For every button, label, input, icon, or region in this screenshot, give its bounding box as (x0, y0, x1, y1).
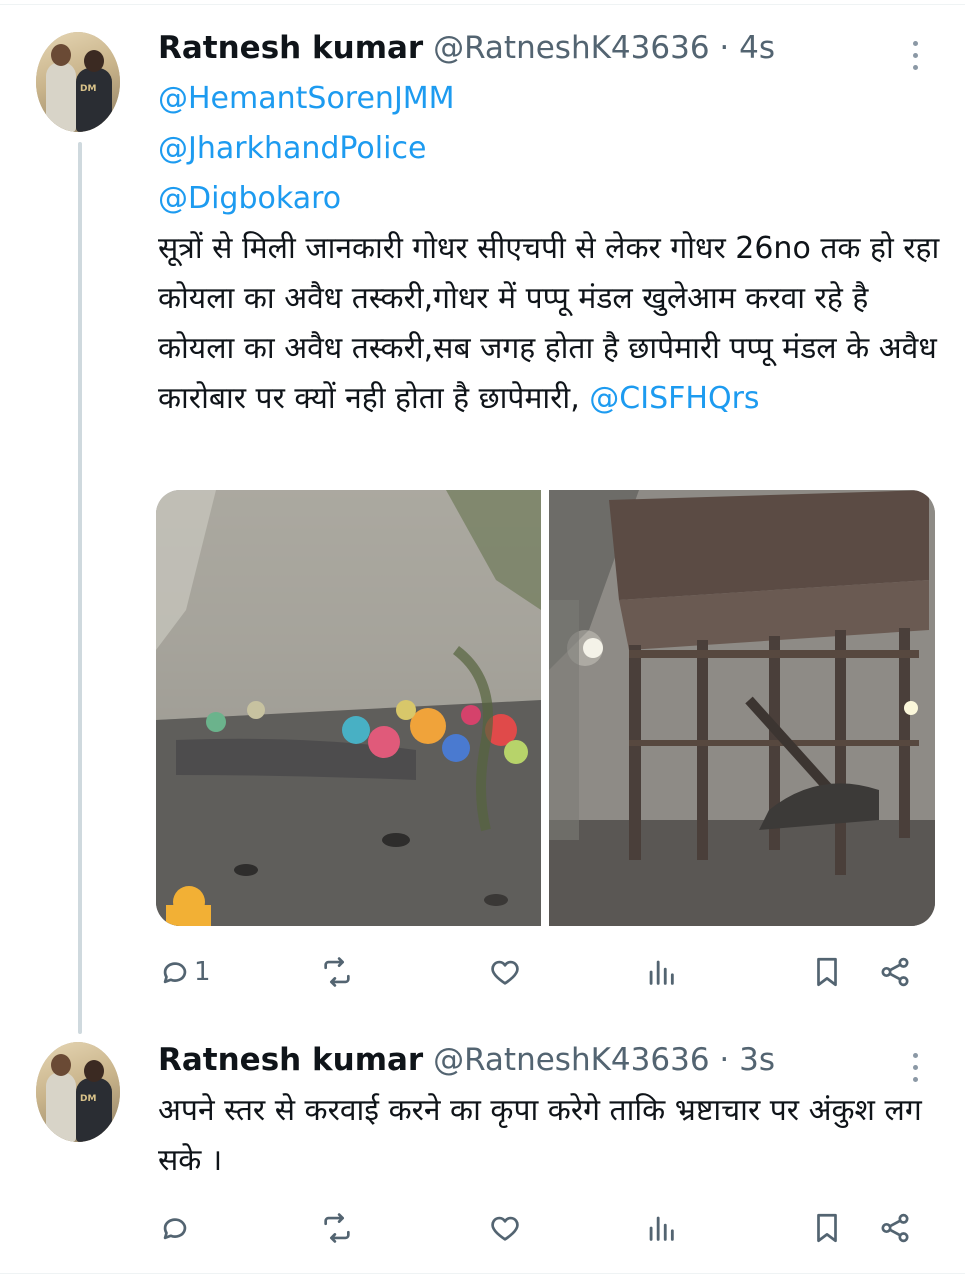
retweet-button[interactable] (320, 950, 354, 994)
more-vertical-icon[interactable] (902, 34, 928, 74)
share-button[interactable] (878, 950, 912, 994)
tweet-actions: 1 (158, 950, 928, 994)
bookmark-button[interactable] (810, 950, 844, 994)
author-handle[interactable]: @RatneshK43636 (433, 30, 709, 66)
retweet-icon (324, 1213, 350, 1243)
retweet-icon (324, 957, 350, 987)
share-icon (881, 957, 909, 987)
tweet-text: अपने स्तर से करवाई करने का कृपा करेगे ता… (158, 1086, 948, 1186)
reply-icon (163, 1218, 187, 1240)
tweet-text: @HemantSorenJMM @JharkhandPolice @Digbok… (158, 74, 948, 424)
bookmark-icon (817, 1213, 837, 1243)
timestamp[interactable]: 4s (739, 30, 775, 66)
thread-connector-line (78, 142, 82, 1034)
separator: · (709, 1042, 740, 1078)
more-vertical-icon[interactable] (902, 1046, 928, 1086)
views-button[interactable] (644, 950, 678, 994)
mention-link[interactable]: @Digbokaro (158, 174, 948, 224)
reply-count: 1 (194, 957, 211, 987)
bottom-divider (0, 1273, 965, 1274)
author-name[interactable]: Ratnesh kumar (158, 30, 423, 66)
avatar[interactable]: DM (36, 32, 120, 132)
mention-link[interactable]: @CISFHQrs (589, 381, 759, 416)
photo-coal-structure[interactable] (549, 490, 935, 926)
author-handle[interactable]: @RatneshK43636 (433, 1042, 709, 1078)
photo-coal-hillside[interactable] (156, 490, 541, 926)
tweet-body: सूत्रों से मिली जानकारी गोधर सीएचपी से ल… (158, 231, 940, 416)
like-button[interactable] (488, 1206, 522, 1250)
views-button[interactable] (644, 1206, 678, 1250)
reply-button[interactable]: 1 (158, 950, 211, 994)
tweet-header: Ratnesh kumar @RatneshK43636 · 4s (158, 28, 775, 68)
tweet-body: अपने स्तर से करवाई करने का कृपा करेगे ता… (158, 1093, 922, 1178)
like-button[interactable] (488, 950, 522, 994)
top-divider (0, 4, 965, 5)
bookmark-icon (817, 957, 837, 987)
media-grid[interactable] (156, 490, 935, 926)
views-icon (649, 1216, 674, 1241)
timestamp[interactable]: 3s (739, 1042, 775, 1078)
separator: · (709, 30, 740, 66)
media-gap (541, 490, 549, 926)
views-icon (649, 960, 674, 985)
tweet-actions (158, 1206, 928, 1250)
heart-icon (491, 1216, 519, 1241)
reply-icon (163, 962, 187, 984)
heart-icon (491, 960, 519, 985)
retweet-button[interactable] (320, 1206, 354, 1250)
share-icon (881, 1213, 909, 1243)
tweet-header: Ratnesh kumar @RatneshK43636 · 3s (158, 1040, 775, 1080)
bookmark-button[interactable] (810, 1206, 844, 1250)
mention-link[interactable]: @HemantSorenJMM (158, 74, 948, 124)
reply-button[interactable] (158, 1206, 194, 1250)
avatar[interactable]: DM (36, 1042, 120, 1142)
share-button[interactable] (878, 1206, 912, 1250)
author-name[interactable]: Ratnesh kumar (158, 1042, 423, 1078)
mention-link[interactable]: @JharkhandPolice (158, 124, 948, 174)
